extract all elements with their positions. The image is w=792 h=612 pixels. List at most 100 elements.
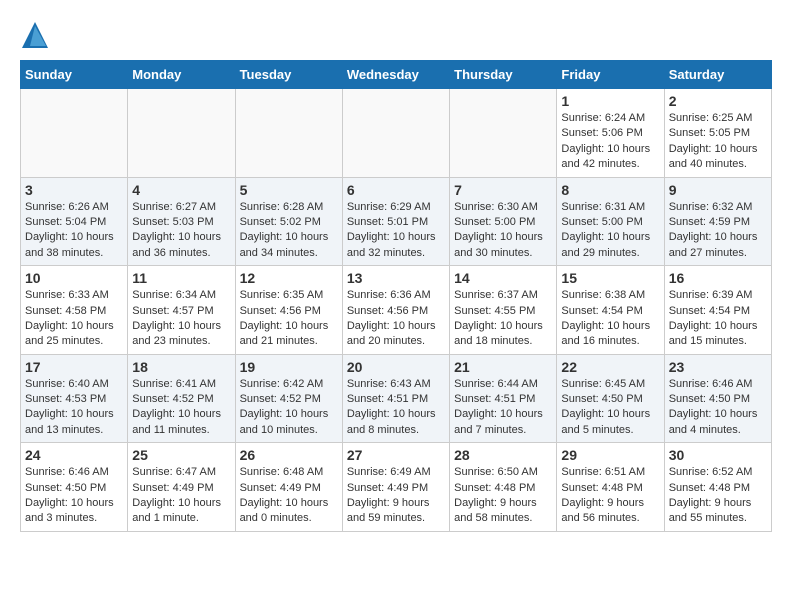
day-info: Sunrise: 6:45 AM Sunset: 4:50 PM Dayligh… <box>561 377 659 439</box>
day-info: Sunrise: 6:36 AM Sunset: 4:56 PM Dayligh… <box>347 288 445 350</box>
calendar-cell <box>342 89 449 178</box>
calendar-cell <box>450 89 557 178</box>
day-number: 9 <box>669 182 767 198</box>
day-number: 14 <box>454 270 552 286</box>
calendar-table: SundayMondayTuesdayWednesdayThursdayFrid… <box>20 60 772 532</box>
calendar-cell: 2 Sunrise: 6:25 AM Sunset: 5:05 PM Daylig… <box>664 89 771 178</box>
calendar-cell <box>235 89 342 178</box>
calendar-cell: 8 Sunrise: 6:31 AM Sunset: 5:00 PM Daylig… <box>557 177 664 266</box>
day-info: Sunrise: 6:49 AM Sunset: 4:49 PM Dayligh… <box>347 465 445 527</box>
day-info: Sunrise: 6:35 AM Sunset: 4:56 PM Dayligh… <box>240 288 338 350</box>
day-info: Sunrise: 6:46 AM Sunset: 4:50 PM Dayligh… <box>669 377 767 439</box>
calendar-cell: 20 Sunrise: 6:43 AM Sunset: 4:51 PM Dayli… <box>342 354 449 443</box>
calendar-cell: 1 Sunrise: 6:24 AM Sunset: 5:06 PM Daylig… <box>557 89 664 178</box>
day-info: Sunrise: 6:28 AM Sunset: 5:02 PM Dayligh… <box>240 200 338 262</box>
day-info: Sunrise: 6:29 AM Sunset: 5:01 PM Dayligh… <box>347 200 445 262</box>
day-number: 20 <box>347 359 445 375</box>
calendar-week-5: 24 Sunrise: 6:46 AM Sunset: 4:50 PM Dayli… <box>21 443 772 532</box>
day-info: Sunrise: 6:34 AM Sunset: 4:57 PM Dayligh… <box>132 288 230 350</box>
calendar-cell: 22 Sunrise: 6:45 AM Sunset: 4:50 PM Dayli… <box>557 354 664 443</box>
calendar-cell: 10 Sunrise: 6:33 AM Sunset: 4:58 PM Dayli… <box>21 266 128 355</box>
calendar-cell: 24 Sunrise: 6:46 AM Sunset: 4:50 PM Dayli… <box>21 443 128 532</box>
calendar-week-3: 10 Sunrise: 6:33 AM Sunset: 4:58 PM Dayli… <box>21 266 772 355</box>
day-number: 28 <box>454 447 552 463</box>
day-info: Sunrise: 6:30 AM Sunset: 5:00 PM Dayligh… <box>454 200 552 262</box>
day-info: Sunrise: 6:40 AM Sunset: 4:53 PM Dayligh… <box>25 377 123 439</box>
day-header-tuesday: Tuesday <box>235 61 342 89</box>
day-number: 12 <box>240 270 338 286</box>
calendar-cell <box>21 89 128 178</box>
day-info: Sunrise: 6:24 AM Sunset: 5:06 PM Dayligh… <box>561 111 659 173</box>
day-header-thursday: Thursday <box>450 61 557 89</box>
day-header-friday: Friday <box>557 61 664 89</box>
calendar-cell: 18 Sunrise: 6:41 AM Sunset: 4:52 PM Dayli… <box>128 354 235 443</box>
day-number: 17 <box>25 359 123 375</box>
calendar-body: 1 Sunrise: 6:24 AM Sunset: 5:06 PM Daylig… <box>21 89 772 532</box>
day-info: Sunrise: 6:27 AM Sunset: 5:03 PM Dayligh… <box>132 200 230 262</box>
calendar-cell: 5 Sunrise: 6:28 AM Sunset: 5:02 PM Daylig… <box>235 177 342 266</box>
day-number: 16 <box>669 270 767 286</box>
calendar-cell <box>128 89 235 178</box>
calendar-week-4: 17 Sunrise: 6:40 AM Sunset: 4:53 PM Dayli… <box>21 354 772 443</box>
day-info: Sunrise: 6:50 AM Sunset: 4:48 PM Dayligh… <box>454 465 552 527</box>
calendar-cell: 23 Sunrise: 6:46 AM Sunset: 4:50 PM Dayli… <box>664 354 771 443</box>
calendar-cell: 6 Sunrise: 6:29 AM Sunset: 5:01 PM Daylig… <box>342 177 449 266</box>
calendar-cell: 25Sunrise: 6:47 AM Sunset: 4:49 PM Dayli… <box>128 443 235 532</box>
day-info: Sunrise: 6:33 AM Sunset: 4:58 PM Dayligh… <box>25 288 123 350</box>
day-number: 2 <box>669 93 767 109</box>
day-number: 24 <box>25 447 123 463</box>
page-header <box>20 20 772 50</box>
day-number: 22 <box>561 359 659 375</box>
day-number: 3 <box>25 182 123 198</box>
calendar-cell: 27Sunrise: 6:49 AM Sunset: 4:49 PM Dayli… <box>342 443 449 532</box>
day-info: Sunrise: 6:41 AM Sunset: 4:52 PM Dayligh… <box>132 377 230 439</box>
day-info: Sunrise: 6:39 AM Sunset: 4:54 PM Dayligh… <box>669 288 767 350</box>
day-header-sunday: Sunday <box>21 61 128 89</box>
day-number: 7 <box>454 182 552 198</box>
day-number: 10 <box>25 270 123 286</box>
day-number: 6 <box>347 182 445 198</box>
day-number: 26 <box>240 447 338 463</box>
calendar-header-row: SundayMondayTuesdayWednesdayThursdayFrid… <box>21 61 772 89</box>
day-info: Sunrise: 6:46 AM Sunset: 4:50 PM Dayligh… <box>25 465 123 527</box>
day-header-monday: Monday <box>128 61 235 89</box>
day-number: 21 <box>454 359 552 375</box>
calendar-cell: 7 Sunrise: 6:30 AM Sunset: 5:00 PM Daylig… <box>450 177 557 266</box>
day-number: 4 <box>132 182 230 198</box>
day-number: 8 <box>561 182 659 198</box>
calendar-cell: 14 Sunrise: 6:37 AM Sunset: 4:55 PM Dayli… <box>450 266 557 355</box>
day-info: Sunrise: 6:25 AM Sunset: 5:05 PM Dayligh… <box>669 111 767 173</box>
day-number: 5 <box>240 182 338 198</box>
day-number: 11 <box>132 270 230 286</box>
calendar-week-1: 1 Sunrise: 6:24 AM Sunset: 5:06 PM Daylig… <box>21 89 772 178</box>
day-number: 19 <box>240 359 338 375</box>
day-info: Sunrise: 6:47 AM Sunset: 4:49 PM Dayligh… <box>132 465 230 527</box>
calendar-cell: 13 Sunrise: 6:36 AM Sunset: 4:56 PM Dayli… <box>342 266 449 355</box>
day-number: 30 <box>669 447 767 463</box>
day-header-saturday: Saturday <box>664 61 771 89</box>
day-info: Sunrise: 6:38 AM Sunset: 4:54 PM Dayligh… <box>561 288 659 350</box>
calendar-cell: 9Sunrise: 6:32 AM Sunset: 4:59 PM Daylig… <box>664 177 771 266</box>
calendar-cell: 30 Sunrise: 6:52 AM Sunset: 4:48 PM Dayli… <box>664 443 771 532</box>
calendar-cell: 28 Sunrise: 6:50 AM Sunset: 4:48 PM Dayli… <box>450 443 557 532</box>
calendar-cell: 11 Sunrise: 6:34 AM Sunset: 4:57 PM Dayli… <box>128 266 235 355</box>
day-info: Sunrise: 6:43 AM Sunset: 4:51 PM Dayligh… <box>347 377 445 439</box>
calendar-cell: 21 Sunrise: 6:44 AM Sunset: 4:51 PM Dayli… <box>450 354 557 443</box>
day-info: Sunrise: 6:44 AM Sunset: 4:51 PM Dayligh… <box>454 377 552 439</box>
day-number: 23 <box>669 359 767 375</box>
calendar-week-2: 3Sunrise: 6:26 AM Sunset: 5:04 PM Daylig… <box>21 177 772 266</box>
day-info: Sunrise: 6:52 AM Sunset: 4:48 PM Dayligh… <box>669 465 767 527</box>
day-info: Sunrise: 6:42 AM Sunset: 4:52 PM Dayligh… <box>240 377 338 439</box>
day-info: Sunrise: 6:37 AM Sunset: 4:55 PM Dayligh… <box>454 288 552 350</box>
day-info: Sunrise: 6:31 AM Sunset: 5:00 PM Dayligh… <box>561 200 659 262</box>
day-number: 15 <box>561 270 659 286</box>
calendar-cell: 29Sunrise: 6:51 AM Sunset: 4:48 PM Dayli… <box>557 443 664 532</box>
calendar-cell: 12 Sunrise: 6:35 AM Sunset: 4:56 PM Dayli… <box>235 266 342 355</box>
day-number: 18 <box>132 359 230 375</box>
calendar-cell: 3Sunrise: 6:26 AM Sunset: 5:04 PM Daylig… <box>21 177 128 266</box>
day-number: 29 <box>561 447 659 463</box>
calendar-cell: 4 Sunrise: 6:27 AM Sunset: 5:03 PM Daylig… <box>128 177 235 266</box>
day-number: 13 <box>347 270 445 286</box>
calendar-cell: 15 Sunrise: 6:38 AM Sunset: 4:54 PM Dayli… <box>557 266 664 355</box>
day-number: 1 <box>561 93 659 109</box>
